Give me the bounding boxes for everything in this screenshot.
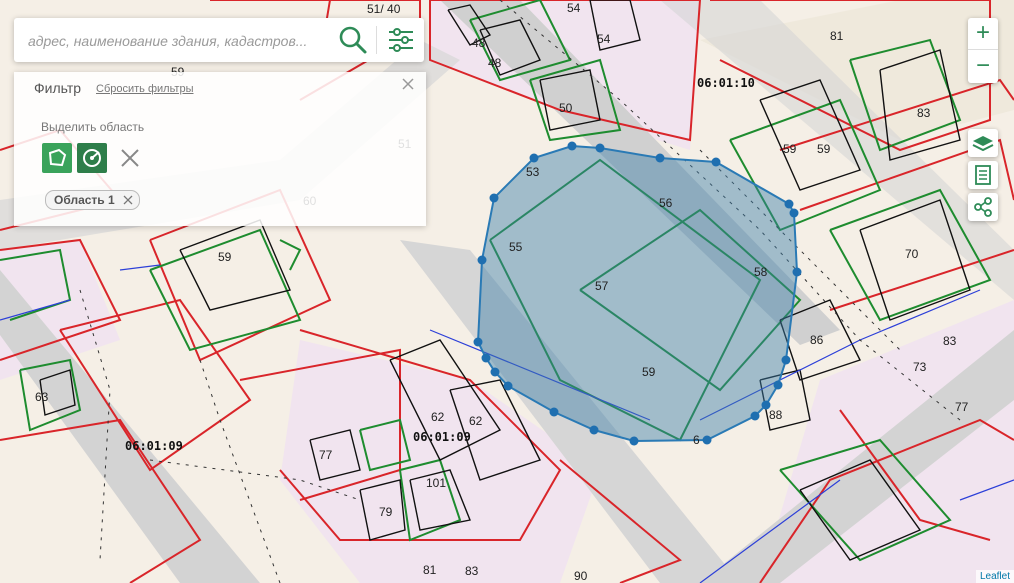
parcel-label: 55 bbox=[509, 240, 523, 254]
parcel-label: 90 bbox=[574, 569, 588, 583]
parcel-label: 83 bbox=[943, 334, 957, 348]
parcel-label: 88 bbox=[769, 408, 783, 422]
parcel-label: 59 bbox=[783, 142, 797, 156]
parcel-label: 83 bbox=[465, 564, 479, 578]
parcel-label: 81 bbox=[830, 29, 844, 43]
area-chip[interactable]: Область 1 bbox=[45, 190, 140, 210]
parcel-label: 59 bbox=[817, 142, 831, 156]
layers-icon bbox=[972, 136, 994, 152]
quarter-label: 06:01:09 bbox=[413, 430, 471, 444]
list-button[interactable] bbox=[968, 161, 998, 189]
area-chip-label: Область 1 bbox=[54, 193, 115, 207]
search-bar bbox=[14, 18, 424, 62]
parcel-label: 59 bbox=[642, 365, 656, 379]
polygon-icon bbox=[48, 148, 67, 167]
parcel-label: 62 bbox=[431, 410, 445, 424]
parcel-label: 62 bbox=[469, 414, 483, 428]
reset-filters-link[interactable]: Сбросить фильтры bbox=[96, 83, 194, 95]
parcel-label: 54 bbox=[597, 32, 611, 46]
list-icon bbox=[975, 165, 991, 185]
filter-panel: Фильтр Сбросить фильтры Выделить область… bbox=[14, 72, 426, 226]
parcel-label: 48 bbox=[472, 36, 486, 50]
parcel-label: 59 bbox=[218, 250, 232, 264]
parcel-label: 101 bbox=[426, 476, 446, 490]
parcel-label: 79 bbox=[379, 505, 393, 519]
circle-select-icon bbox=[83, 149, 101, 167]
parcel-label: 77 bbox=[319, 448, 333, 462]
close-icon bbox=[121, 149, 139, 167]
parcel-label: 50 bbox=[559, 101, 573, 115]
quarter-label: 06:01:09 bbox=[125, 439, 183, 453]
filter-title: Фильтр bbox=[34, 80, 82, 96]
draw-circle-button[interactable] bbox=[77, 143, 107, 173]
parcel-label: 81 bbox=[423, 563, 437, 577]
parcel-label: 57 bbox=[595, 279, 609, 293]
parcel-label: 83 bbox=[917, 106, 931, 120]
share-icon bbox=[974, 197, 992, 217]
draw-polygon-button[interactable] bbox=[42, 143, 72, 173]
share-button[interactable] bbox=[968, 193, 998, 221]
remove-chip-icon[interactable] bbox=[122, 194, 134, 206]
parcel-label: 73 bbox=[913, 360, 927, 374]
parcel-label: 48 bbox=[488, 56, 502, 70]
parcel-label: 56 bbox=[659, 196, 673, 210]
select-area-label: Выделить область bbox=[41, 120, 145, 134]
parcel-label: 70 bbox=[905, 247, 919, 261]
parcel-label: 53 bbox=[526, 165, 540, 179]
parcel-label: 54 bbox=[567, 1, 581, 15]
selection-polygon[interactable] bbox=[476, 144, 799, 443]
zoom-out-button[interactable]: − bbox=[968, 51, 998, 82]
parcel-label: 58 bbox=[754, 265, 768, 279]
parcel-label: 86 bbox=[810, 333, 824, 347]
parcel-label: 6 bbox=[693, 433, 700, 447]
layers-button[interactable] bbox=[968, 129, 998, 157]
parcel-label: 51/ 40 bbox=[367, 2, 401, 16]
attribution-link[interactable]: Leaflet bbox=[975, 570, 1014, 583]
close-icon[interactable] bbox=[400, 76, 416, 92]
parcel-label: 77 bbox=[955, 400, 969, 414]
settings-sliders-icon[interactable] bbox=[386, 25, 416, 55]
parcel-label: 63 bbox=[35, 390, 49, 404]
zoom-control: + − bbox=[968, 18, 998, 83]
search-divider bbox=[376, 26, 377, 54]
clear-area-button[interactable] bbox=[115, 143, 145, 173]
zoom-in-button[interactable]: + bbox=[968, 18, 998, 50]
search-input[interactable] bbox=[26, 28, 330, 54]
search-icon[interactable] bbox=[338, 25, 368, 55]
quarter-label: 06:01:10 bbox=[697, 76, 755, 90]
